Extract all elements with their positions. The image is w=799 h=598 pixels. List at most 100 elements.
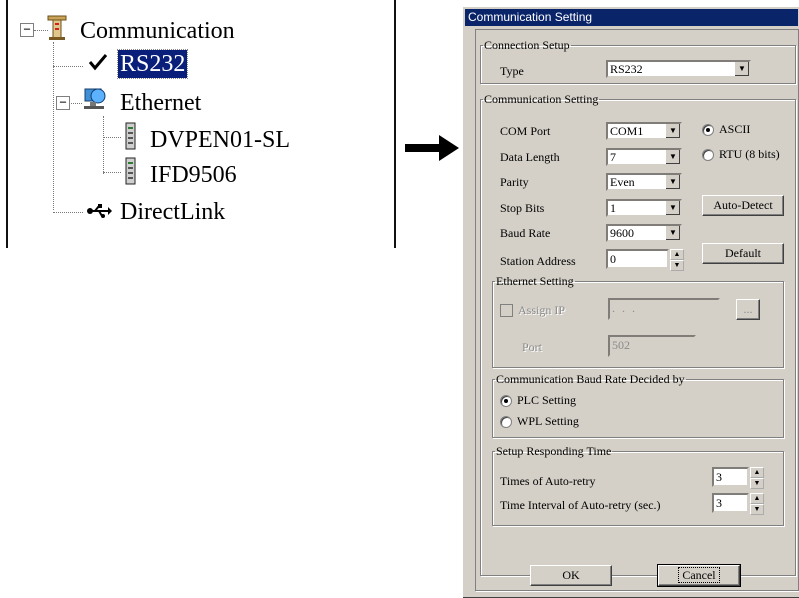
communication-tree: − − Communication RS232 Ethernet DVPEN01… (0, 0, 397, 248)
chevron-down-icon[interactable]: ▼ (734, 62, 749, 76)
plc-module-icon (122, 157, 138, 192)
ok-button[interactable]: OK (530, 565, 612, 586)
network-computer-icon (82, 86, 108, 119)
port-label: Port (522, 340, 543, 354)
collapse-communication-icon[interactable]: − (20, 23, 34, 37)
baud-rate-label: Baud Rate (500, 226, 551, 240)
baud-rate-dropdown[interactable]: 9600 ▼ (606, 224, 682, 242)
chevron-down-icon[interactable]: ▼ (665, 201, 680, 215)
tree-label-ethernet: Ethernet (120, 89, 202, 116)
retry-interval-value: 3 (716, 496, 722, 510)
chevron-down-icon[interactable]: ▼ (665, 150, 680, 164)
tree-node-rs232[interactable]: RS232 (88, 49, 189, 79)
spin-up-icon[interactable]: ▲ (750, 467, 764, 478)
auto-retry-spinner[interactable]: ▲ ▼ (750, 467, 764, 489)
tree-node-communication[interactable]: Communication (46, 13, 237, 48)
tree-label-directlink: DirectLink (120, 199, 226, 225)
parity-dropdown[interactable]: Even ▼ (606, 173, 682, 191)
communication-setting-legend: Communication Setting (484, 92, 599, 106)
com-port-label: COM Port (500, 124, 551, 138)
baud-decided-legend: Communication Baud Rate Decided by (496, 372, 685, 386)
radio-selected-icon (500, 394, 512, 407)
type-dropdown[interactable]: RS232 ▼ (606, 60, 751, 78)
auto-detect-button[interactable]: Auto-Detect (702, 195, 784, 216)
wpl-setting-label: WPL Setting (517, 414, 579, 428)
retry-interval-input[interactable]: 3 (712, 493, 749, 513)
dialog-title-bar[interactable]: Communication Setting (465, 9, 798, 26)
radio-unselected-icon (702, 148, 714, 161)
checkbox-icon (500, 304, 513, 317)
browse-ip-button[interactable]: ... (736, 299, 760, 320)
retry-interval-spinner[interactable]: ▲ ▼ (750, 493, 764, 515)
tree-node-ethernet[interactable]: Ethernet (82, 86, 203, 119)
port-value: 502 (612, 338, 630, 352)
cancel-button[interactable]: Cancel (657, 564, 741, 587)
stop-bits-value: 1 (610, 201, 616, 215)
parity-value: Even (610, 175, 635, 189)
baud-rate-value: 9600 (610, 226, 634, 240)
chevron-down-icon[interactable]: ▼ (665, 124, 680, 138)
spin-up-icon[interactable]: ▲ (670, 249, 684, 260)
tree-right-border (394, 0, 396, 248)
auto-retry-input[interactable]: 3 (712, 467, 749, 487)
checkmark-icon (88, 51, 108, 78)
spin-up-icon[interactable]: ▲ (750, 493, 764, 504)
chevron-down-icon[interactable]: ▼ (665, 226, 680, 240)
com-port-dropdown[interactable]: COM1 ▼ (606, 122, 682, 140)
com-port-value: COM1 (610, 124, 644, 138)
tree-label-ifd9506: IFD9506 (150, 161, 237, 188)
data-length-value: 7 (610, 150, 616, 164)
plc-module-icon (122, 122, 138, 157)
plc-setting-radio[interactable]: PLC Setting (500, 393, 576, 408)
ethernet-setting-legend: Ethernet Setting (496, 274, 574, 288)
communication-setting-dialog: Communication Setting Connection Setup T… (462, 6, 799, 598)
responding-time-legend: Setup Responding Time (496, 444, 612, 458)
assign-ip-checkbox[interactable]: Assign IP (500, 303, 565, 318)
spin-down-icon[interactable]: ▼ (750, 478, 764, 489)
dialog-content-frame: Connection Setup Type RS232 ▼ Communicat… (475, 29, 799, 591)
radio-unselected-icon (500, 415, 512, 428)
tree-label-rs232: RS232 (116, 49, 189, 79)
station-address-input[interactable]: 0 (606, 249, 669, 269)
network-tower-icon (46, 13, 68, 48)
stop-bits-dropdown[interactable]: 1 ▼ (606, 199, 682, 217)
ip-address-input[interactable]: . . . (608, 298, 720, 320)
spin-down-icon[interactable]: ▼ (670, 260, 684, 271)
chevron-down-icon[interactable]: ▼ (665, 175, 680, 189)
right-arrow-icon (405, 135, 459, 166)
wpl-setting-radio[interactable]: WPL Setting (500, 414, 579, 429)
ip-address-value: . . . (612, 301, 637, 315)
station-address-value: 0 (610, 252, 616, 266)
data-length-label: Data Length (500, 150, 560, 164)
type-label: Type (500, 64, 524, 78)
tree-node-directlink[interactable]: DirectLink (86, 198, 227, 226)
parity-label: Parity (500, 175, 529, 189)
data-length-dropdown[interactable]: 7 ▼ (606, 148, 682, 166)
tree-left-border (6, 0, 8, 248)
station-address-spinner[interactable]: ▲ ▼ (670, 249, 684, 271)
usb-icon (86, 199, 112, 226)
ascii-label: ASCII (719, 122, 751, 136)
assign-ip-label: Assign IP (518, 303, 566, 317)
stop-bits-label: Stop Bits (500, 201, 545, 215)
collapse-ethernet-icon[interactable]: − (56, 96, 70, 110)
spin-down-icon[interactable]: ▼ (750, 504, 764, 515)
tree-label-dvpen01-sl: DVPEN01-SL (150, 126, 291, 153)
browse-label: ... (743, 302, 753, 316)
port-input[interactable]: 502 (608, 335, 696, 357)
tree-node-dvpen01-sl[interactable]: DVPEN01-SL (122, 122, 292, 157)
tree-label-communication: Communication (80, 17, 235, 44)
auto-retry-value: 3 (716, 470, 722, 484)
tree-node-ifd9506[interactable]: IFD9506 (122, 157, 239, 192)
station-address-label: Station Address (500, 254, 576, 268)
type-value: RS232 (610, 62, 643, 76)
rtu-label: RTU (8 bits) (719, 147, 780, 161)
auto-retry-label: Times of Auto-retry (500, 474, 596, 488)
connection-setup-legend: Connection Setup (484, 38, 570, 52)
retry-interval-label: Time Interval of Auto-retry (sec.) (500, 498, 661, 512)
ascii-radio[interactable]: ASCII (702, 122, 750, 137)
default-button[interactable]: Default (702, 243, 784, 264)
radio-selected-icon (702, 123, 714, 136)
plc-setting-label: PLC Setting (517, 393, 577, 407)
rtu-radio[interactable]: RTU (8 bits) (702, 147, 780, 162)
